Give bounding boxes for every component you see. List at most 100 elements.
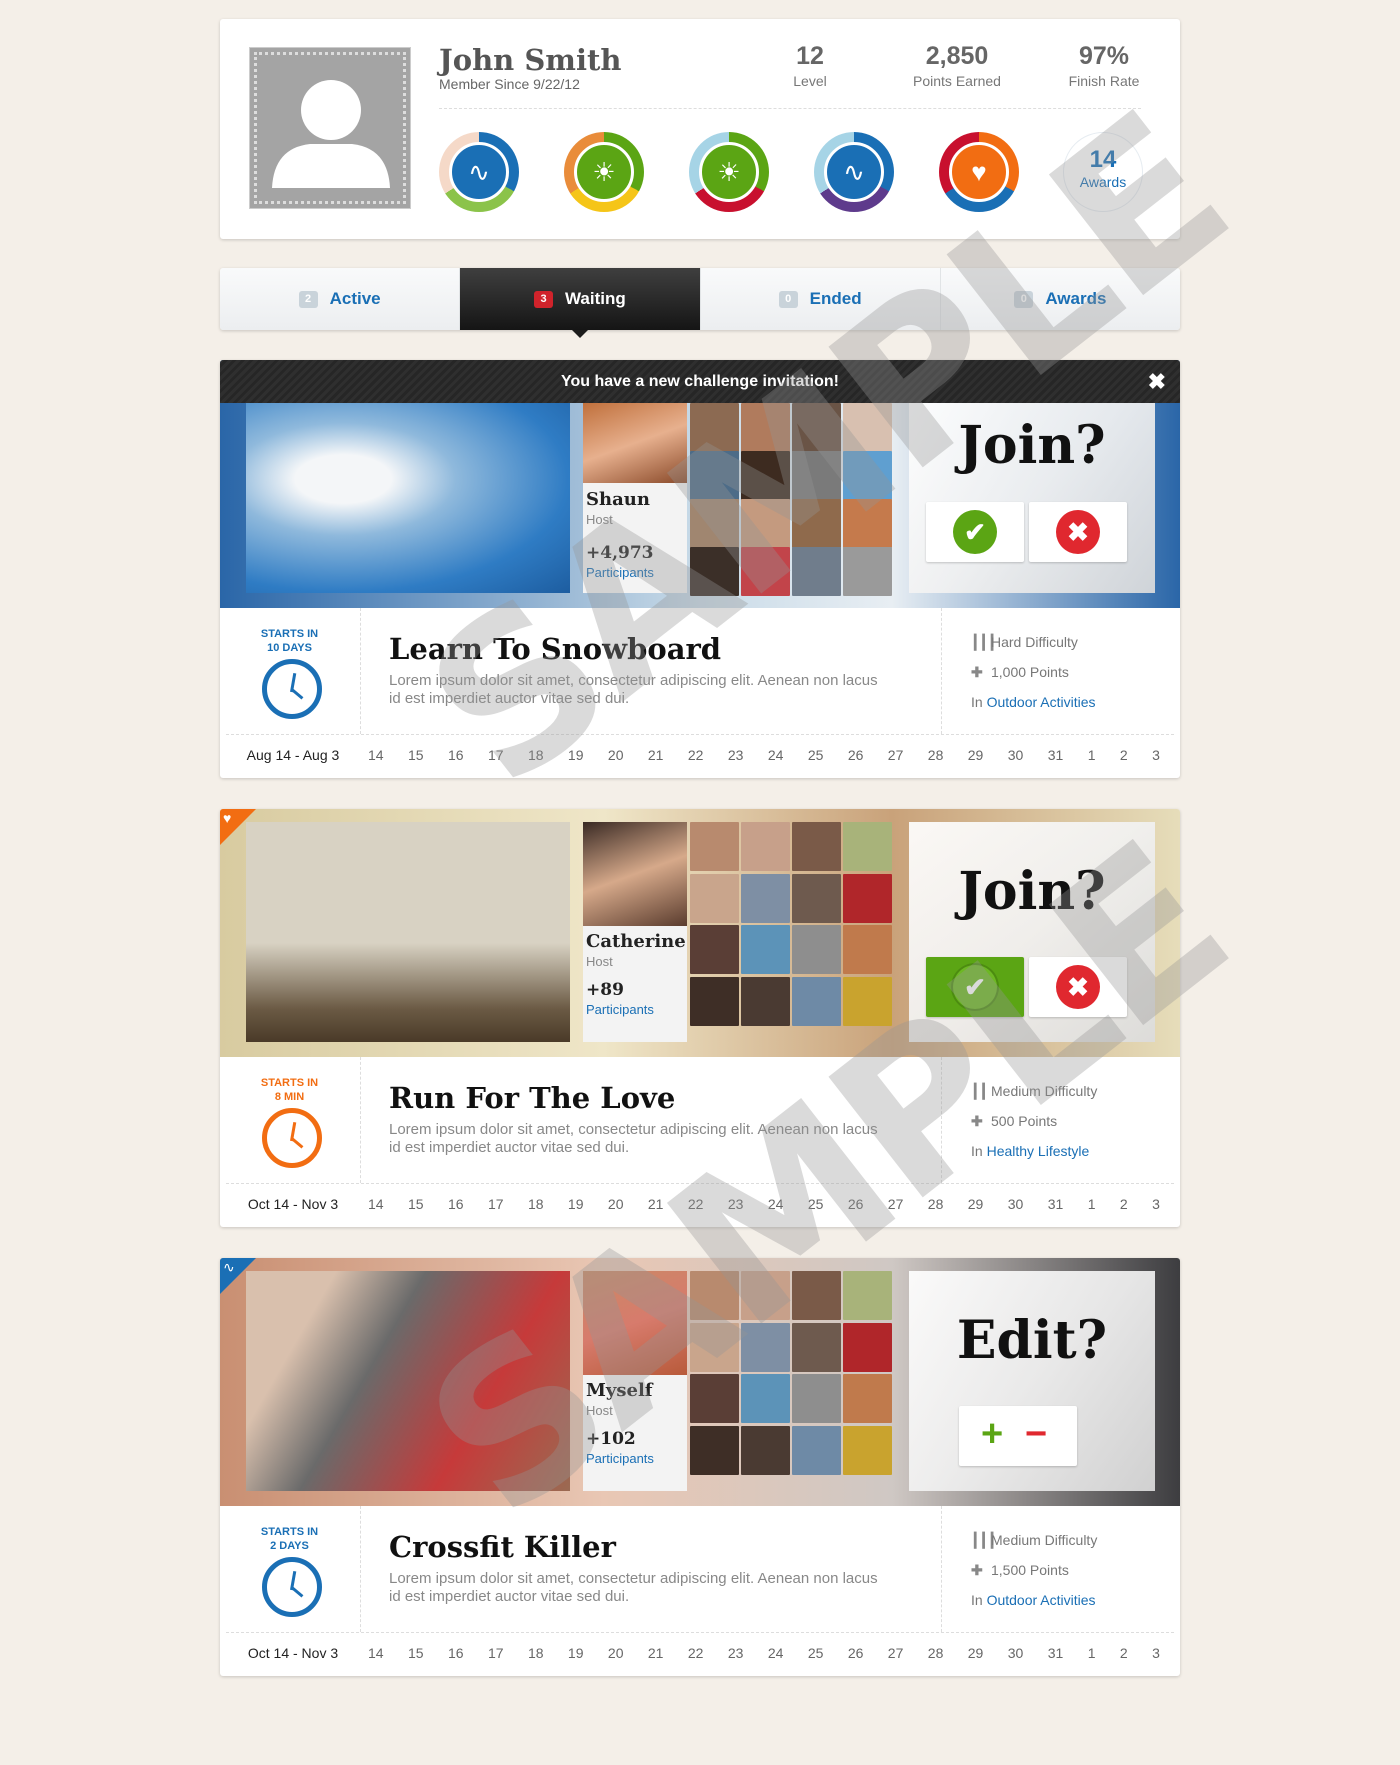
participant-thumb[interactable] xyxy=(792,1322,841,1372)
day[interactable]: 25 xyxy=(808,1645,824,1661)
participant-thumb[interactable] xyxy=(690,1322,739,1372)
day[interactable]: 3 xyxy=(1152,1196,1160,1212)
day[interactable]: 27 xyxy=(888,1196,904,1212)
participant-thumb[interactable] xyxy=(741,1322,790,1372)
participant-thumb[interactable] xyxy=(690,1425,739,1475)
participant-thumb[interactable] xyxy=(741,1425,790,1475)
participant-thumb[interactable] xyxy=(690,451,739,500)
participant-thumb[interactable] xyxy=(843,451,892,500)
day[interactable]: 20 xyxy=(608,1645,624,1661)
day[interactable]: 28 xyxy=(928,747,944,763)
day[interactable]: 1 xyxy=(1088,747,1096,763)
day[interactable]: 19 xyxy=(568,1196,584,1212)
day[interactable]: 31 xyxy=(1048,1645,1064,1661)
day[interactable]: 29 xyxy=(968,1196,984,1212)
participant-thumb[interactable] xyxy=(741,873,790,923)
day[interactable]: 17 xyxy=(488,1196,504,1212)
participant-thumb[interactable] xyxy=(843,1322,892,1372)
day[interactable]: 16 xyxy=(448,1196,464,1212)
category-link[interactable]: Healthy Lifestyle xyxy=(987,1143,1090,1159)
day[interactable]: 23 xyxy=(728,1645,744,1661)
badge-sun[interactable]: ☀ xyxy=(689,132,769,212)
day[interactable]: 30 xyxy=(1008,1645,1024,1661)
day[interactable]: 15 xyxy=(408,747,424,763)
day[interactable]: 29 xyxy=(968,747,984,763)
day[interactable]: 18 xyxy=(528,1196,544,1212)
day[interactable]: 1 xyxy=(1088,1196,1096,1212)
accept-button[interactable]: ✔ xyxy=(926,502,1024,562)
category-link[interactable]: Outdoor Activities xyxy=(987,1592,1096,1608)
day[interactable]: 24 xyxy=(768,747,784,763)
day[interactable]: 20 xyxy=(608,747,624,763)
day[interactable]: 21 xyxy=(648,1196,664,1212)
participant-thumb[interactable] xyxy=(843,547,892,596)
day[interactable]: 18 xyxy=(528,1645,544,1661)
plus-icon[interactable]: + xyxy=(981,1413,1003,1456)
participant-thumb[interactable] xyxy=(690,547,739,596)
day[interactable]: 18 xyxy=(528,747,544,763)
participant-thumb[interactable] xyxy=(741,925,790,974)
participant-thumb[interactable] xyxy=(843,403,892,452)
participant-thumb[interactable] xyxy=(792,822,841,871)
day[interactable]: 25 xyxy=(808,747,824,763)
day[interactable]: 22 xyxy=(688,747,704,763)
day[interactable]: 28 xyxy=(928,1645,944,1661)
day[interactable]: 1 xyxy=(1088,1645,1096,1661)
day[interactable]: 29 xyxy=(968,1645,984,1661)
day[interactable]: 2 xyxy=(1120,747,1128,763)
participant-thumb[interactable] xyxy=(690,873,739,923)
day[interactable]: 2 xyxy=(1120,1196,1128,1212)
challenge-title[interactable]: Learn To Snowboard xyxy=(389,632,721,666)
day[interactable]: 20 xyxy=(608,1196,624,1212)
day[interactable]: 15 xyxy=(408,1645,424,1661)
tab-waiting[interactable]: 3 Waiting xyxy=(460,268,701,338)
day[interactable]: 14 xyxy=(368,1196,384,1212)
decline-button[interactable]: ✖ xyxy=(1029,957,1127,1017)
day[interactable]: 17 xyxy=(488,747,504,763)
participant-thumb[interactable] xyxy=(741,499,790,548)
day[interactable]: 2 xyxy=(1120,1645,1128,1661)
category-link[interactable]: Outdoor Activities xyxy=(987,694,1096,710)
participant-thumb[interactable] xyxy=(741,1271,790,1320)
day[interactable]: 23 xyxy=(728,1196,744,1212)
participant-thumb[interactable] xyxy=(792,1374,841,1423)
participant-thumb[interactable] xyxy=(690,822,739,871)
avatar[interactable] xyxy=(249,47,411,209)
participant-thumb[interactable] xyxy=(741,547,790,596)
participant-thumb[interactable] xyxy=(843,822,892,871)
day[interactable]: 3 xyxy=(1152,747,1160,763)
badge-pulse[interactable]: ∿ xyxy=(814,132,894,212)
day[interactable]: 24 xyxy=(768,1645,784,1661)
day[interactable]: 24 xyxy=(768,1196,784,1212)
participant-thumb[interactable] xyxy=(843,1271,892,1320)
participants-link[interactable]: Participants xyxy=(586,565,654,580)
participant-thumb[interactable] xyxy=(690,976,739,1026)
participant-thumb[interactable] xyxy=(792,403,841,452)
participant-thumb[interactable] xyxy=(741,822,790,871)
participant-thumb[interactable] xyxy=(741,1374,790,1423)
day[interactable]: 30 xyxy=(1008,1196,1024,1212)
day[interactable]: 23 xyxy=(728,747,744,763)
participant-thumb[interactable] xyxy=(843,976,892,1026)
accept-button[interactable]: ✔ xyxy=(926,957,1024,1017)
participant-thumb[interactable] xyxy=(741,451,790,500)
challenge-title[interactable]: Run For The Love xyxy=(389,1081,675,1115)
day[interactable]: 30 xyxy=(1008,747,1024,763)
host-photo[interactable] xyxy=(583,822,687,926)
participant-thumb[interactable] xyxy=(792,451,841,500)
day[interactable]: 16 xyxy=(448,747,464,763)
tab-active[interactable]: 2 Active xyxy=(220,268,461,330)
minus-icon[interactable]: − xyxy=(1025,1413,1047,1456)
day[interactable]: 3 xyxy=(1152,1645,1160,1661)
day[interactable]: 22 xyxy=(688,1645,704,1661)
participant-thumb[interactable] xyxy=(792,976,841,1026)
close-icon[interactable]: ✖ xyxy=(1148,360,1166,403)
participants-link[interactable]: Participants xyxy=(586,1451,654,1466)
participant-thumb[interactable] xyxy=(741,976,790,1026)
day[interactable]: 14 xyxy=(368,747,384,763)
day[interactable]: 28 xyxy=(928,1196,944,1212)
decline-button[interactable]: ✖ xyxy=(1029,502,1127,562)
participants-link[interactable]: Participants xyxy=(586,1002,654,1017)
day[interactable]: 26 xyxy=(848,1196,864,1212)
participant-thumb[interactable] xyxy=(792,873,841,923)
